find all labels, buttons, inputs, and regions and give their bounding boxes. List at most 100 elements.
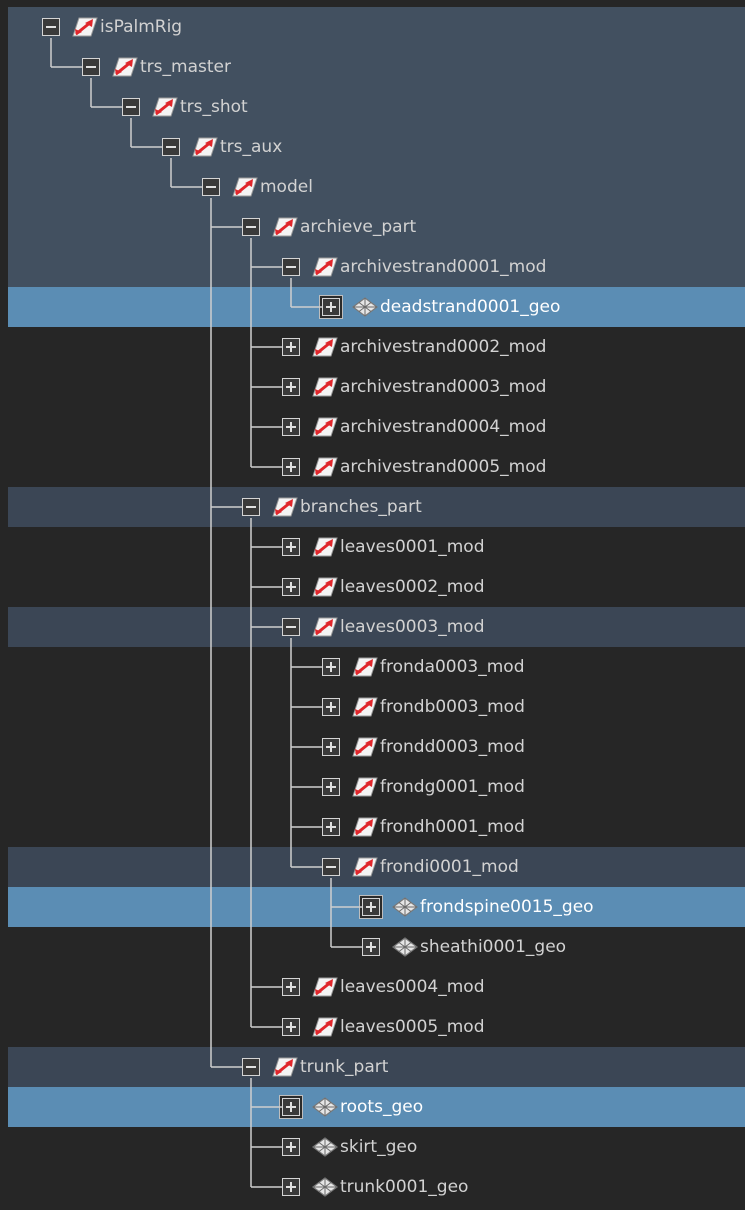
expand-toggle-button[interactable] [282, 1098, 300, 1116]
transform-icon [232, 177, 258, 197]
outliner-row-frondg0001_mod[interactable]: frondg0001_mod [8, 767, 745, 807]
mesh-icon [392, 897, 418, 917]
outliner-row-trunk0001_geo[interactable]: trunk0001_geo [8, 1167, 745, 1207]
outliner-item-label: archieve_part [300, 217, 417, 237]
expand-toggle-button[interactable] [322, 298, 340, 316]
outliner-row-frondspine0015_geo[interactable]: frondspine0015_geo [8, 887, 745, 927]
outliner-item-label: isPalmRig [100, 17, 183, 37]
plus-icon [290, 1142, 292, 1152]
transform-icon [272, 1057, 298, 1077]
outliner-item-label: skirt_geo [340, 1137, 418, 1157]
transform-icon [112, 57, 138, 77]
plus-icon [290, 422, 292, 432]
plus-icon [290, 1022, 292, 1032]
plus-icon [290, 342, 292, 352]
outliner-row-frondi0001_mod[interactable]: frondi0001_mod [8, 847, 745, 887]
plus-icon [330, 302, 332, 312]
outliner-item-label: frondd0003_mod [380, 737, 525, 757]
outliner-row-leaves0001_mod[interactable]: leaves0001_mod [8, 527, 745, 567]
expand-toggle-button[interactable] [322, 658, 340, 676]
transform-icon [312, 1017, 338, 1037]
outliner-item-label: frondi0001_mod [380, 857, 519, 877]
outliner-row-sheathi0001_geo[interactable]: sheathi0001_geo [8, 927, 745, 967]
minus-icon [326, 866, 336, 868]
expand-toggle-button[interactable] [282, 418, 300, 436]
outliner-row-frondd0003_mod[interactable]: frondd0003_mod [8, 727, 745, 767]
expand-toggle-button[interactable] [322, 778, 340, 796]
outliner-panel: isPalmRig trs_master trs_shot trs_auxmodel a… [0, 0, 745, 1210]
outliner-row-archivestrand0003_mod[interactable]: archivestrand0003_mod [8, 367, 745, 407]
minus-icon [246, 1066, 256, 1068]
outliner-item-label: trunk0001_geo [340, 1177, 469, 1197]
collapse-toggle-button[interactable] [242, 1058, 260, 1076]
collapse-toggle-button[interactable] [202, 178, 220, 196]
collapse-toggle-button[interactable] [322, 858, 340, 876]
collapse-toggle-button[interactable] [282, 618, 300, 636]
outliner-item-label: leaves0001_mod [340, 537, 485, 557]
plus-icon [290, 382, 292, 392]
outliner-row-model[interactable]: model [8, 167, 745, 207]
outliner-item-label: frondh0001_mod [380, 817, 525, 837]
outliner-item-label: trs_master [140, 57, 231, 77]
expand-toggle-button[interactable] [282, 1178, 300, 1196]
outliner-row-leaves0003_mod[interactable]: leaves0003_mod [8, 607, 745, 647]
outliner-row-trunk_part[interactable]: trunk_part [8, 1047, 745, 1087]
expand-toggle-button[interactable] [362, 898, 380, 916]
outliner-item-label: frondb0003_mod [380, 697, 525, 717]
expand-toggle-button[interactable] [322, 698, 340, 716]
outliner-row-archivestrand0002_mod[interactable]: archivestrand0002_mod [8, 327, 745, 367]
minus-icon [166, 146, 176, 148]
plus-icon [290, 542, 292, 552]
collapse-toggle-button[interactable] [282, 258, 300, 276]
outliner-row-skirt_geo[interactable]: skirt_geo [8, 1127, 745, 1167]
transform-icon [312, 337, 338, 357]
outliner-item-label: leaves0004_mod [340, 977, 485, 997]
minus-icon [286, 626, 296, 628]
outliner-row-frondb0003_mod[interactable]: frondb0003_mod [8, 687, 745, 727]
outliner-row-trs_master[interactable]: trs_master [8, 47, 745, 87]
expand-toggle-button[interactable] [282, 1018, 300, 1036]
outliner-row-fronda0003_mod[interactable]: fronda0003_mod [8, 647, 745, 687]
transform-icon [272, 497, 298, 517]
expand-toggle-button[interactable] [282, 978, 300, 996]
plus-icon [290, 582, 292, 592]
expand-toggle-button[interactable] [362, 938, 380, 956]
expand-toggle-button[interactable] [282, 578, 300, 596]
expand-toggle-button[interactable] [282, 1138, 300, 1156]
expand-toggle-button[interactable] [282, 338, 300, 356]
outliner-row-frondh0001_mod[interactable]: frondh0001_mod [8, 807, 745, 847]
transform-icon [312, 977, 338, 997]
collapse-toggle-button[interactable] [42, 18, 60, 36]
outliner-row-isPalmRig[interactable]: isPalmRig [8, 7, 745, 47]
collapse-toggle-button[interactable] [242, 498, 260, 516]
expand-toggle-button[interactable] [322, 738, 340, 756]
mesh-icon [312, 1177, 338, 1197]
outliner-row-archieve_part[interactable]: archieve_part [8, 207, 745, 247]
mesh-icon [312, 1137, 338, 1157]
collapse-toggle-button[interactable] [162, 138, 180, 156]
collapse-toggle-button[interactable] [82, 58, 100, 76]
outliner-row-archivestrand0005_mod[interactable]: archivestrand0005_mod [8, 447, 745, 487]
outliner-item-label: deadstrand0001_geo [380, 297, 561, 317]
outliner-row-leaves0004_mod[interactable]: leaves0004_mod [8, 967, 745, 1007]
expand-toggle-button[interactable] [282, 538, 300, 556]
transform-icon [192, 137, 218, 157]
expand-toggle-button[interactable] [282, 458, 300, 476]
collapse-toggle-button[interactable] [122, 98, 140, 116]
outliner-item-label: archivestrand0003_mod [340, 377, 547, 397]
outliner-item-label: model [260, 177, 313, 197]
outliner-row-deadstrand0001_geo[interactable]: deadstrand0001_geo [8, 287, 745, 327]
outliner-item-label: trs_shot [180, 97, 248, 117]
minus-icon [46, 26, 56, 28]
outliner-row-branches_part[interactable]: branches_part [8, 487, 745, 527]
collapse-toggle-button[interactable] [242, 218, 260, 236]
outliner-row-trs_shot[interactable]: trs_shot [8, 87, 745, 127]
outliner-row-roots_geo[interactable]: roots_geo [8, 1087, 745, 1127]
outliner-row-archivestrand0001_mod[interactable]: archivestrand0001_mod [8, 247, 745, 287]
expand-toggle-button[interactable] [322, 818, 340, 836]
outliner-row-leaves0002_mod[interactable]: leaves0002_mod [8, 567, 745, 607]
expand-toggle-button[interactable] [282, 378, 300, 396]
outliner-row-archivestrand0004_mod[interactable]: archivestrand0004_mod [8, 407, 745, 447]
outliner-row-trs_aux[interactable]: trs_aux [8, 127, 745, 167]
outliner-row-leaves0005_mod[interactable]: leaves0005_mod [8, 1007, 745, 1047]
